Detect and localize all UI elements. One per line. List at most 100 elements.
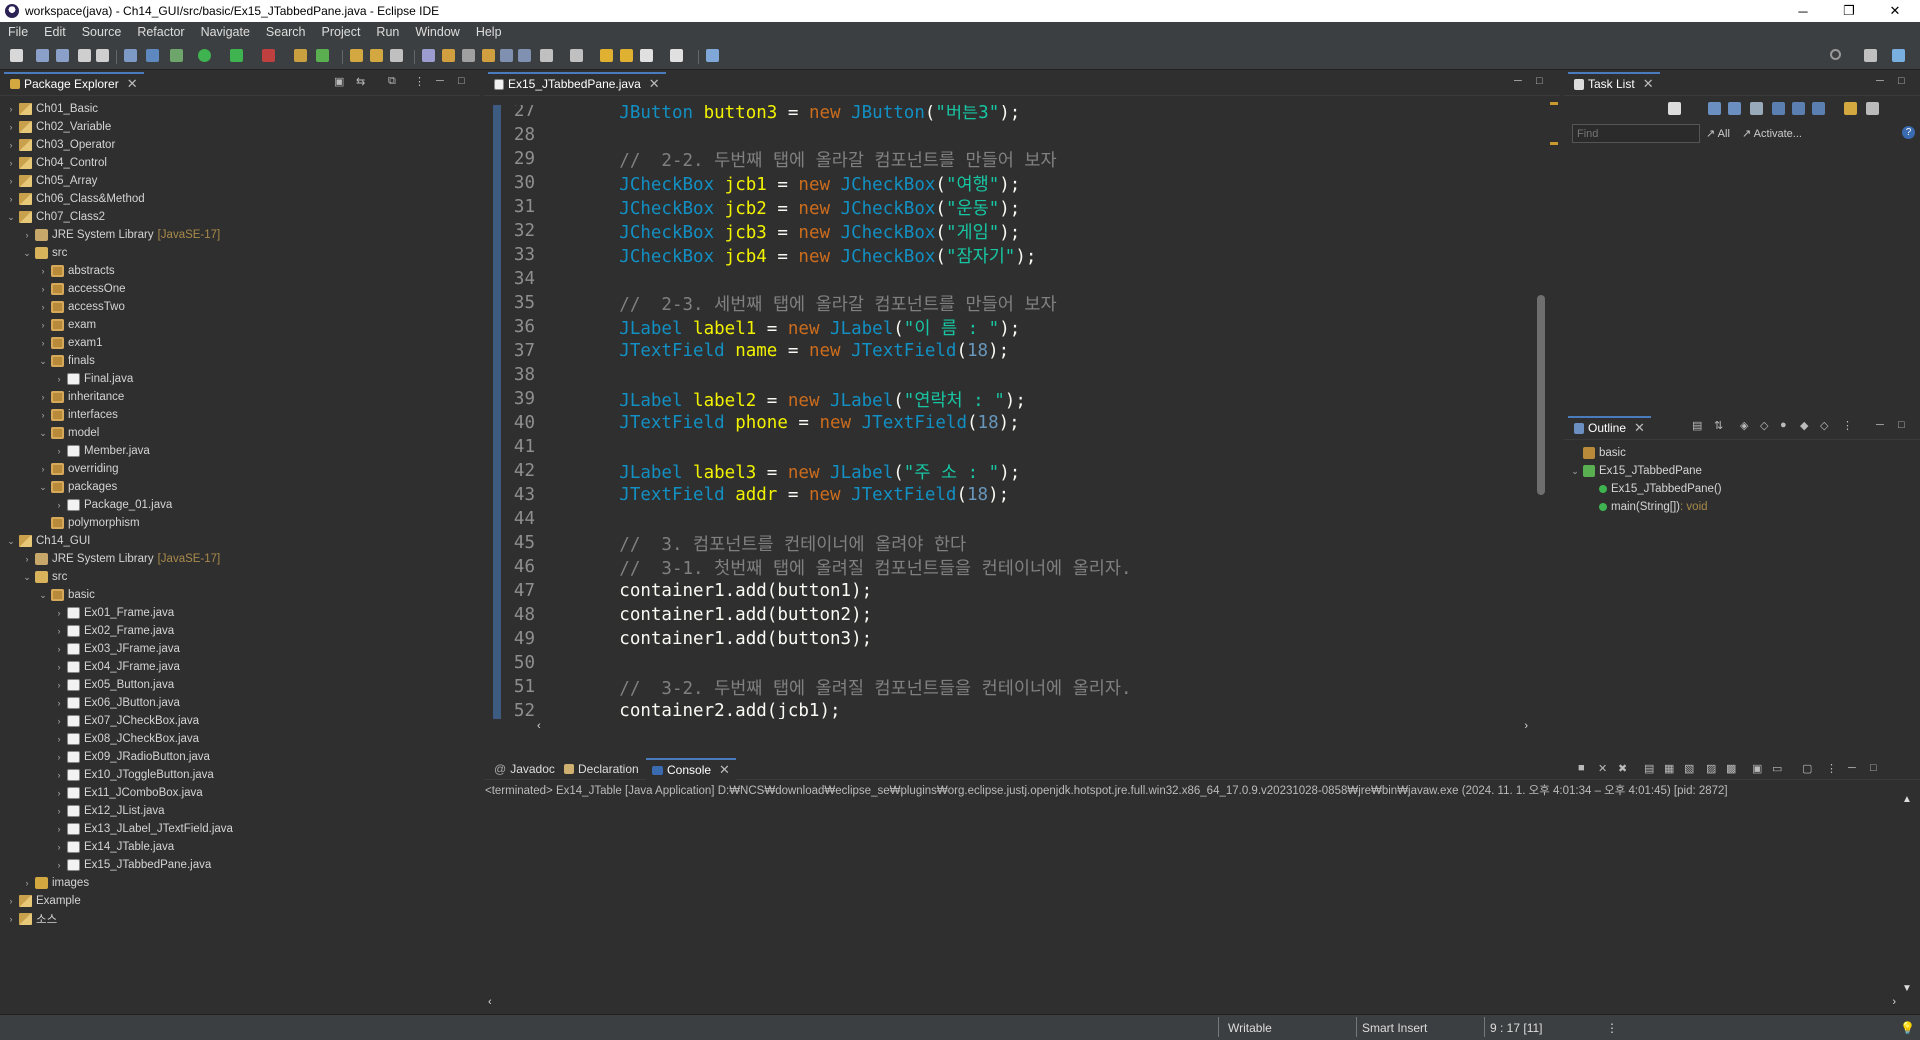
- tab-declaration[interactable]: Declaration: [558, 758, 645, 780]
- chevron-right-icon[interactable]: ›: [54, 806, 64, 816]
- tree-item[interactable]: › Ex03_JFrame.java: [54, 640, 180, 658]
- word-wrap-icon[interactable]: ▧: [1684, 762, 1694, 775]
- java-perspective-icon[interactable]: [1892, 49, 1905, 62]
- tree-item[interactable]: › inheritance: [38, 388, 124, 406]
- show-stdout-icon[interactable]: ▨: [1706, 762, 1716, 775]
- tree-item[interactable]: ⌄ basic: [38, 586, 95, 604]
- view-menu-icon[interactable]: ⋮: [1842, 419, 1853, 432]
- chevron-right-icon[interactable]: ›: [54, 680, 64, 690]
- editor-horizontal-scrollbar[interactable]: ‹ ›: [493, 719, 1548, 735]
- tree-item[interactable]: › Ex06_JButton.java: [54, 694, 180, 712]
- chevron-right-icon[interactable]: ›: [38, 392, 48, 402]
- minimize-view-icon[interactable]: ─: [1876, 419, 1884, 431]
- collapse-all-icon[interactable]: ▤: [1692, 419, 1702, 432]
- close-tab-icon[interactable]: ✕: [1634, 420, 1645, 436]
- chevron-right-icon[interactable]: ›: [54, 500, 64, 510]
- close-button[interactable]: ✕: [1872, 0, 1918, 22]
- hide-nonpublic-icon[interactable]: ●: [1780, 419, 1787, 431]
- undo-icon[interactable]: [78, 49, 91, 62]
- tab-editor-file[interactable]: Ex15_JTabbedPane.java ✕: [488, 72, 666, 94]
- chevron-right-icon[interactable]: ›: [6, 176, 16, 186]
- next-annotation-icon[interactable]: [540, 49, 553, 62]
- new-java-project-icon[interactable]: [294, 49, 307, 62]
- chevron-right-icon[interactable]: ›: [6, 158, 16, 168]
- view-menu-icon[interactable]: ⋮: [414, 75, 425, 88]
- collapse-icon[interactable]: [1812, 102, 1825, 115]
- task-find-input[interactable]: [1572, 124, 1700, 143]
- share-icon[interactable]: [706, 49, 719, 62]
- chevron-right-icon[interactable]: ›: [54, 662, 64, 672]
- menu-help[interactable]: Help: [468, 25, 510, 39]
- scroll-right-icon[interactable]: ›: [1524, 720, 1528, 732]
- maximize-view-icon[interactable]: □: [1870, 762, 1877, 774]
- open-console-icon[interactable]: ▢: [1802, 762, 1812, 775]
- chevron-right-icon[interactable]: ›: [54, 626, 64, 636]
- tab-task-list[interactable]: Task List ✕: [1568, 72, 1660, 94]
- redo-icon[interactable]: [96, 49, 109, 62]
- remove-launch-icon[interactable]: ✕: [1598, 762, 1607, 775]
- chevron-right-icon[interactable]: ›: [38, 266, 48, 276]
- tree-item[interactable]: › interfaces: [38, 406, 118, 424]
- tree-item[interactable]: ⌄ model: [38, 424, 99, 442]
- terminate-icon[interactable]: ■: [1578, 762, 1585, 774]
- tree-item[interactable]: › Ex07_JCheckBox.java: [54, 712, 199, 730]
- menu-refactor[interactable]: Refactor: [129, 25, 192, 39]
- open-task-icon[interactable]: [370, 49, 383, 62]
- tree-item[interactable]: ⌄ src: [22, 244, 67, 262]
- minimize-view-icon[interactable]: ─: [1876, 75, 1884, 87]
- word-wrap-icon[interactable]: [500, 49, 513, 62]
- new-task-icon[interactable]: [1668, 102, 1681, 115]
- chevron-down-icon[interactable]: ⌄: [6, 536, 16, 547]
- tree-item[interactable]: › Ex02_Frame.java: [54, 622, 174, 640]
- chevron-right-icon[interactable]: ›: [38, 284, 48, 294]
- save-icon[interactable]: [36, 49, 49, 62]
- forward-edit-icon[interactable]: [620, 49, 633, 62]
- link-editor-icon[interactable]: ⇆: [356, 75, 365, 88]
- restore-button[interactable]: ❐: [1826, 0, 1872, 22]
- tree-item[interactable]: › Ex13_JLabel_JTextField.java: [54, 820, 233, 838]
- outline-item[interactable]: ⌄ Ex15_JTabbedPane: [1570, 462, 1702, 480]
- scroll-thumb[interactable]: [1537, 295, 1545, 495]
- save-all-icon[interactable]: [56, 49, 69, 62]
- tree-item[interactable]: › Ex04_JFrame.java: [54, 658, 180, 676]
- close-tab-icon[interactable]: ✕: [649, 76, 660, 92]
- tree-item[interactable]: › overriding: [38, 460, 119, 478]
- debug-icon[interactable]: [170, 49, 183, 62]
- close-tab-icon[interactable]: ✕: [1643, 76, 1654, 92]
- tree-item[interactable]: › Ex10_JToggleButton.java: [54, 766, 214, 784]
- console-output[interactable]: [484, 794, 1900, 994]
- show-whitespace-icon[interactable]: [482, 49, 495, 62]
- tab-package-explorer[interactable]: Package Explorer ✕: [4, 72, 144, 94]
- highlight-icon[interactable]: [442, 49, 455, 62]
- tree-item[interactable]: › images: [22, 874, 89, 892]
- focus-icon[interactable]: [1772, 102, 1785, 115]
- menu-navigate[interactable]: Navigate: [193, 25, 258, 39]
- tip-icon[interactable]: 💡: [1900, 1021, 1915, 1035]
- tree-item[interactable]: › Ex08_JCheckBox.java: [54, 730, 199, 748]
- chevron-right-icon[interactable]: ›: [38, 410, 48, 420]
- chevron-right-icon[interactable]: ›: [54, 734, 64, 744]
- minimize-view-icon[interactable]: ─: [436, 75, 444, 87]
- console-horizontal-scrollbar[interactable]: ‹ ›: [484, 996, 1904, 1010]
- chevron-right-icon[interactable]: ›: [22, 230, 32, 240]
- chevron-right-icon[interactable]: ›: [6, 914, 16, 924]
- chevron-right-icon[interactable]: ›: [38, 320, 48, 330]
- presentation-icon[interactable]: [1844, 102, 1857, 115]
- chevron-right-icon[interactable]: ›: [54, 770, 64, 780]
- tree-item[interactable]: › Final.java: [54, 370, 133, 388]
- clear-console-icon[interactable]: ▤: [1644, 762, 1654, 775]
- menu-edit[interactable]: Edit: [36, 25, 74, 39]
- chevron-right-icon[interactable]: ›: [54, 698, 64, 708]
- minimize-button[interactable]: ─: [1780, 0, 1826, 22]
- last-edit-icon[interactable]: [600, 49, 613, 62]
- menu-file[interactable]: File: [0, 25, 36, 39]
- filter-completed-icon[interactable]: [1792, 102, 1805, 115]
- code-editor[interactable]: 27 JButton button3 = new JButton("버튼3");…: [493, 105, 1548, 735]
- block-selection-icon[interactable]: [462, 49, 475, 62]
- chevron-right-icon[interactable]: ›: [54, 716, 64, 726]
- open-perspective-icon[interactable]: [1864, 49, 1877, 62]
- categorize-icon[interactable]: [1708, 102, 1721, 115]
- tree-item[interactable]: › Example: [6, 892, 81, 910]
- chevron-right-icon[interactable]: ›: [38, 302, 48, 312]
- menu-source[interactable]: Source: [74, 25, 130, 39]
